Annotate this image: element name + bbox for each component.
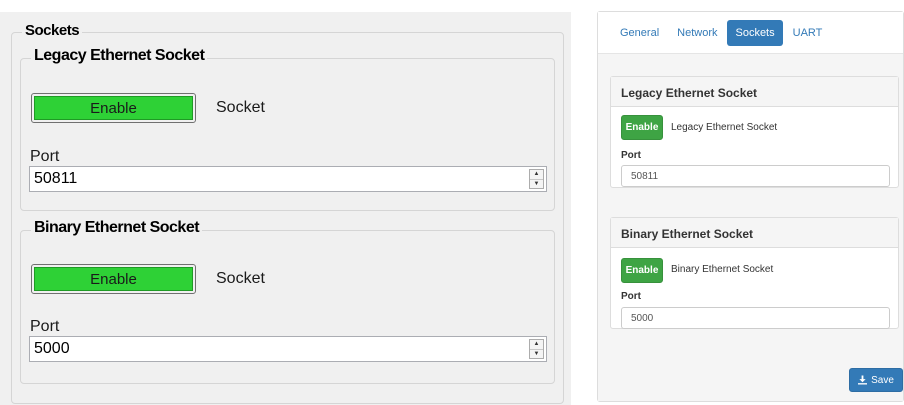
sockets-groupbox: Sockets Legacy Ethernet Socket Enable So… [11, 22, 564, 404]
spinner-down-icon[interactable]: ▼ [530, 348, 543, 359]
binary-port-value: 5000 [34, 340, 70, 357]
legacy-port-label: Port [621, 150, 641, 161]
binary-socket-label: Socket [216, 270, 265, 287]
tab-sockets[interactable]: Sockets [727, 19, 783, 46]
binary-socket-title: Binary Ethernet Socket [31, 219, 203, 237]
legacy-enable-button[interactable]: Enable [31, 93, 196, 123]
tab-uart[interactable]: UART [785, 20, 831, 46]
binary-enable-button[interactable]: Enable [31, 264, 196, 294]
save-button[interactable]: Save [849, 368, 903, 392]
legacy-enable-button-label: Enable [34, 96, 193, 120]
binary-socket-card: Binary Ethernet Socket Enable Binary Eth… [610, 217, 899, 329]
tab-bar: General Network Sockets UART [598, 12, 903, 54]
web-settings-panel: General Network Sockets UART Legacy Ethe… [597, 11, 904, 402]
binary-enable-description: Binary Ethernet Socket [671, 264, 774, 275]
legacy-port-value: 50811 [34, 170, 78, 187]
binary-port-field[interactable]: 5000 ▲ ▼ [29, 336, 547, 362]
tab-general[interactable]: General [612, 20, 667, 46]
sockets-group-title: Sockets [22, 22, 83, 39]
binary-enable-button-label: Enable [34, 267, 193, 291]
legacy-socket-label: Socket [216, 99, 265, 116]
spinner-up-icon[interactable]: ▲ [530, 340, 543, 349]
legacy-enable-description: Legacy Ethernet Socket [671, 122, 778, 133]
legacy-socket-groupbox: Legacy Ethernet Socket Enable Socket Por… [20, 47, 555, 211]
legacy-port-label: Port [30, 148, 60, 165]
legacy-socket-title: Legacy Ethernet Socket [31, 47, 208, 65]
binary-card-title: Binary Ethernet Socket [611, 218, 898, 248]
legacy-port-input[interactable]: 50811 [621, 165, 890, 187]
download-icon [858, 375, 868, 385]
desktop-settings-panel: Sockets Legacy Ethernet Socket Enable So… [0, 12, 571, 405]
save-button-label: Save [871, 374, 894, 386]
tab-content: Legacy Ethernet Socket Enable Legacy Eth… [598, 54, 903, 401]
binary-enable-button[interactable]: Enable [621, 258, 663, 283]
spinner-up-icon[interactable]: ▲ [530, 170, 543, 179]
legacy-card-title: Legacy Ethernet Socket [611, 77, 898, 107]
legacy-port-field[interactable]: 50811 ▲ ▼ [29, 166, 547, 192]
spinner-down-icon[interactable]: ▼ [530, 178, 543, 189]
binary-port-label: Port [621, 291, 641, 302]
binary-port-spinner[interactable]: ▲ ▼ [529, 339, 544, 359]
legacy-socket-card: Legacy Ethernet Socket Enable Legacy Eth… [610, 76, 899, 188]
legacy-enable-button[interactable]: Enable [621, 115, 663, 140]
binary-port-input[interactable]: 5000 [621, 307, 890, 329]
tab-network[interactable]: Network [669, 20, 725, 46]
legacy-port-spinner[interactable]: ▲ ▼ [529, 169, 544, 189]
binary-socket-groupbox: Binary Ethernet Socket Enable Socket Por… [20, 219, 555, 384]
binary-port-label: Port [30, 318, 60, 335]
